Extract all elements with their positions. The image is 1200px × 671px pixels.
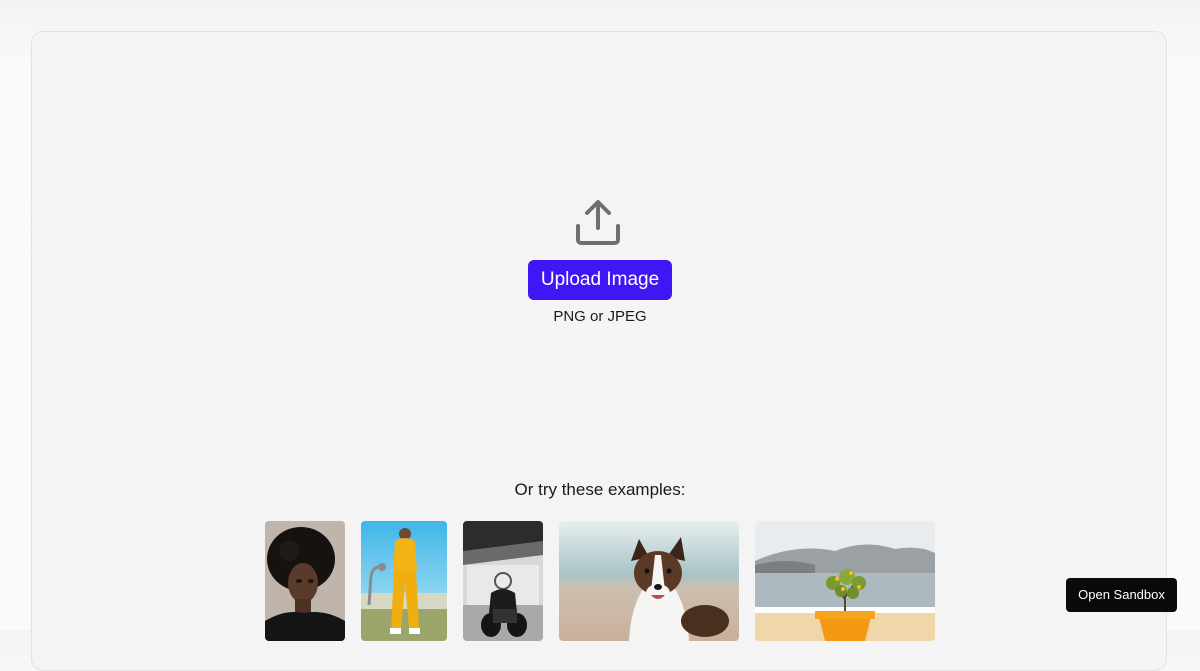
motorcycle-rider-icon: [463, 521, 543, 641]
example-thumb-yellow-outfit[interactable]: [361, 521, 447, 641]
portrait-woman-afro-icon: [265, 521, 345, 641]
accepted-formats-text: PNG or JPEG: [553, 308, 647, 325]
example-thumb-portrait[interactable]: [265, 521, 345, 641]
upload-tray-icon: [576, 200, 620, 245]
open-sandbox-button[interactable]: Open Sandbox: [1066, 578, 1177, 612]
example-thumb-motorcycle[interactable]: [463, 521, 543, 641]
example-thumb-dog[interactable]: [559, 521, 739, 641]
examples-heading: Or try these examples:: [514, 480, 686, 499]
dog-on-beach-icon: [559, 521, 739, 641]
example-thumb-plant[interactable]: [755, 521, 935, 641]
person-yellow-outfit-icon: [361, 521, 447, 641]
potted-plant-sea-view-icon: [755, 521, 935, 641]
upload-image-button[interactable]: Upload Image: [528, 260, 672, 300]
